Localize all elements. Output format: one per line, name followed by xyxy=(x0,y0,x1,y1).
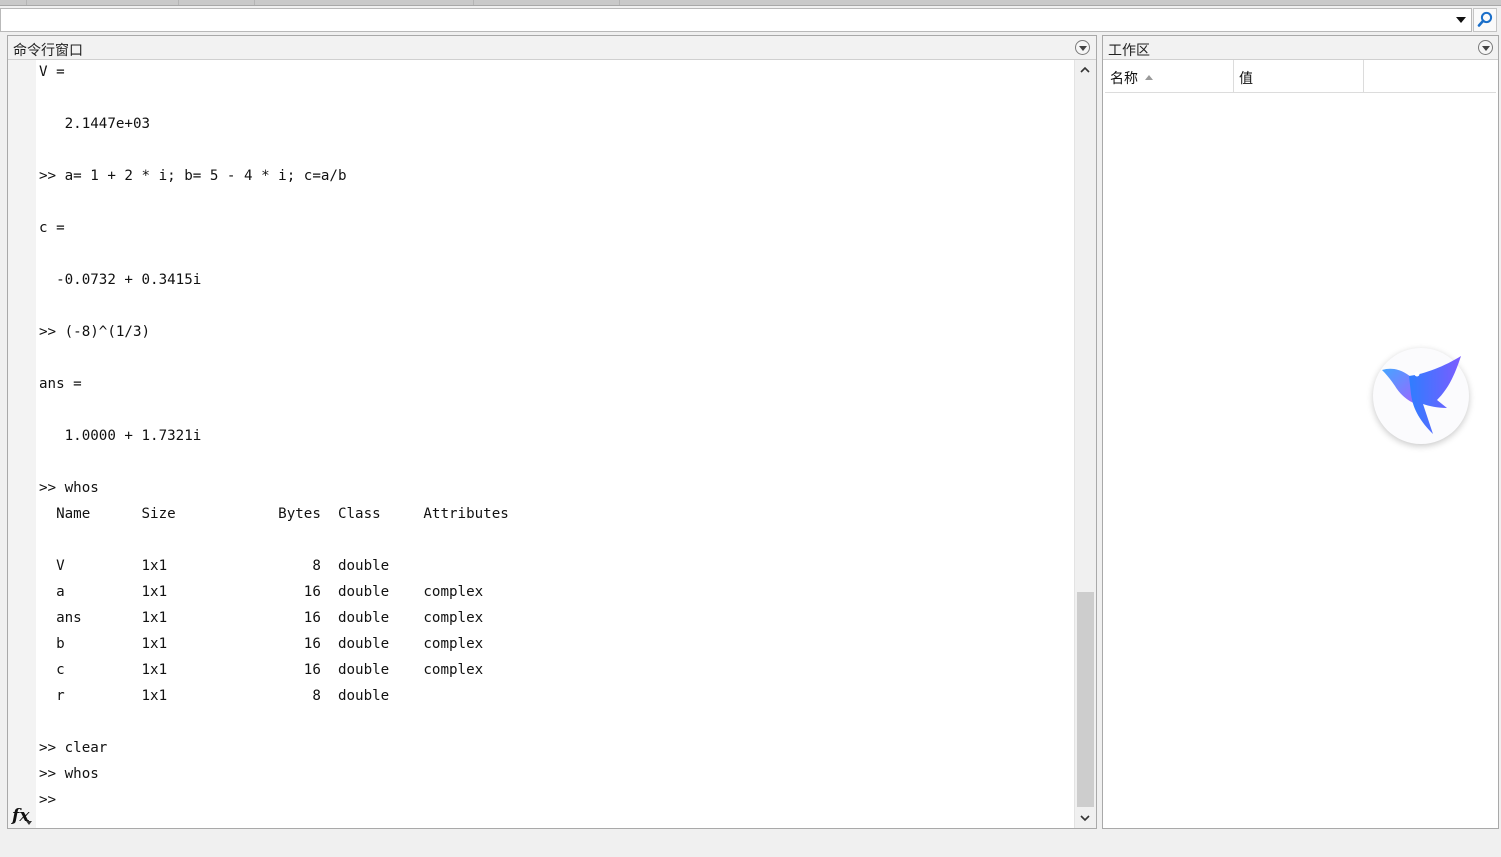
scroll-down-icon[interactable] xyxy=(1079,812,1091,824)
workspace-title: 工作区 xyxy=(1108,43,1150,59)
sort-ascending-icon xyxy=(1145,75,1153,80)
toolstrip-segment xyxy=(474,0,620,5)
command-gutter xyxy=(8,60,36,828)
column-header-value[interactable]: 值 xyxy=(1234,60,1364,92)
address-bar xyxy=(0,6,1501,33)
console-output: V = 2.1447e+03 >> a= 1 + 2 * i; b= 5 - 4… xyxy=(39,64,509,808)
command-window-header: 命令行窗口 xyxy=(8,36,1096,60)
chevron-down-icon[interactable] xyxy=(1452,12,1470,28)
command-window-title: 命令行窗口 xyxy=(13,43,83,59)
workspace-header: 工作区 xyxy=(1103,36,1498,60)
fx-dropdown-icon[interactable] xyxy=(26,821,32,825)
address-input[interactable] xyxy=(0,8,1472,32)
workspace-table-header: 名称 值 xyxy=(1105,60,1496,93)
toolstrip-segment xyxy=(255,0,474,5)
column-header-name[interactable]: 名称 xyxy=(1105,60,1234,92)
column-header-extra[interactable] xyxy=(1364,60,1498,92)
column-header-label: 值 xyxy=(1239,71,1253,87)
scroll-up-icon[interactable] xyxy=(1079,64,1091,76)
toolstrip-segment xyxy=(0,0,27,5)
column-header-label: 名称 xyxy=(1110,71,1138,87)
command-window: 命令行窗口 V = 2.1447e+03 >> a= 1 + 2 * i; b=… xyxy=(7,35,1097,829)
scrollbar-thumb[interactable] xyxy=(1077,592,1094,807)
panel-menu-icon[interactable] xyxy=(1075,40,1090,55)
toolstrip-segment xyxy=(27,0,179,5)
search-icon[interactable] xyxy=(1473,8,1497,32)
command-console[interactable]: V = 2.1447e+03 >> a= 1 + 2 * i; b= 5 - 4… xyxy=(39,60,1075,828)
panel-menu-icon[interactable] xyxy=(1478,40,1493,55)
toolstrip-segment xyxy=(179,0,255,5)
hummingbird-logo-icon[interactable] xyxy=(1373,348,1469,444)
vertical-scrollbar[interactable] xyxy=(1074,60,1096,828)
status-bar xyxy=(0,830,1501,857)
